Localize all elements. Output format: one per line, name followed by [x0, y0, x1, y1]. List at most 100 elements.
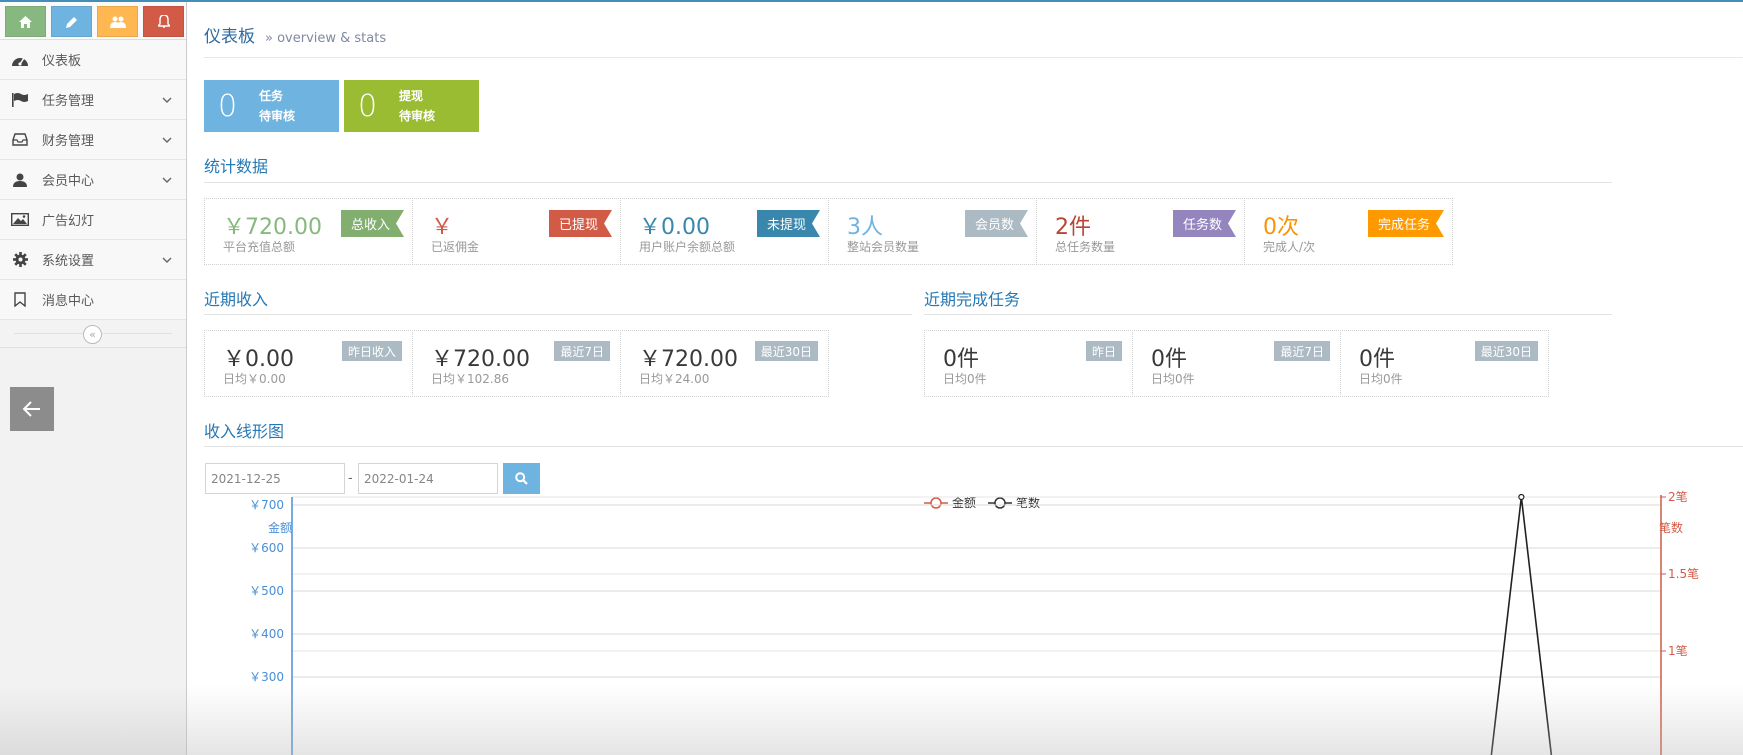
pending-task-status: 待审核 [259, 109, 296, 123]
recent-tasks-row: 0件 日均0件 昨日 0件 日均0件 最近7日 0件 日均0件 最近30日 [924, 330, 1549, 397]
pencil-icon [65, 16, 77, 28]
stat-value: 0次 [1263, 215, 1299, 240]
task-box: 0件 日均0件 最近30日 [1340, 330, 1549, 397]
stat-value: 3人 [847, 215, 883, 240]
stats-row: ￥720.00 平台充值总额 总收入 ￥ 已返佣金 已提现 ￥0.00 用户账户余额总额 未提现… [204, 198, 1453, 265]
users-shortcut-button[interactable] [97, 6, 138, 37]
double-chevron-left-icon: « [89, 328, 96, 341]
page-subtitle: » overview & stats [265, 31, 387, 46]
stat-box: ￥0.00 用户账户余额总额 未提现 [620, 198, 829, 265]
stat-tag: 总收入 [341, 210, 404, 237]
sidebar-item-label: 系统设置 [42, 254, 95, 269]
sidebar-item-message-center[interactable]: 消息中心 [0, 280, 186, 320]
stat-tag: 完成任务 [1368, 210, 1444, 237]
stat-tag: 未提现 [757, 210, 820, 237]
sidebar-item-member-center[interactable]: 会员中心 [0, 160, 186, 200]
stat-label: 已返佣金 [431, 240, 480, 254]
chevron-down-icon [162, 173, 172, 188]
stat-box: 2件 总任务数量 任务数 [1036, 198, 1245, 265]
sidebar-collapse-toggle[interactable]: « [83, 325, 102, 344]
users-icon [109, 16, 126, 28]
stat-box: ￥ 已返佣金 已提现 [412, 198, 621, 265]
left-axis-tick: ￥700 [249, 498, 284, 512]
recent-income-title: 近期收入 [204, 290, 269, 309]
pending-withdraw-status: 待审核 [399, 109, 436, 123]
home-shortcut-button[interactable] [5, 6, 46, 37]
sidebar-item-system-settings[interactable]: 系统设置 [0, 240, 186, 280]
bell-icon [157, 15, 170, 28]
income-box: ￥720.00 日均￥102.86 最近7日 [412, 330, 621, 397]
sidebar-item-label: 会员中心 [42, 174, 95, 189]
sidebar-item-dashboard[interactable]: 仪表板 [0, 40, 186, 80]
stat-box: ￥720.00 平台充值总额 总收入 [204, 198, 413, 265]
sidebar-item-label: 财务管理 [42, 134, 95, 149]
dashboard-icon [10, 52, 30, 68]
sidebar-item-task-management[interactable]: 任务管理 [0, 80, 186, 120]
right-axis-tick: 1笔 [1668, 643, 1688, 658]
gear-icon [10, 252, 30, 268]
left-axis-tick: ￥300 [249, 670, 284, 684]
edit-shortcut-button[interactable] [51, 6, 92, 37]
stat-value: ￥ [431, 215, 454, 240]
income-box: ￥720.00 日均￥24.00 最近30日 [620, 330, 829, 397]
line-chart-divider [204, 446, 1743, 447]
right-axis-title: 笔数 [1659, 520, 1683, 535]
stat-label: 总任务数量 [1055, 240, 1116, 254]
sidebar-item-label: 任务管理 [42, 94, 95, 109]
period-daily-average: 日均0件 [943, 372, 987, 386]
chevron-down-icon [162, 93, 172, 108]
search-icon [515, 472, 528, 485]
chart-svg: 金额 笔数金额 笔数￥700￥600￥500￥400￥3002笔1.5笔1笔 [249, 489, 1699, 755]
income-box: ￥0.00 日均￥0.00 昨日收入 [204, 330, 413, 397]
period-daily-average: 日均0件 [1359, 372, 1403, 386]
sidebar-collapse-bar: « [0, 320, 186, 348]
task-box: 0件 日均0件 最近7日 [1132, 330, 1341, 397]
task-box: 0件 日均0件 昨日 [924, 330, 1133, 397]
period-badge: 最近30日 [754, 341, 818, 361]
line-chart-title: 收入线形图 [204, 422, 285, 441]
back-button[interactable] [10, 387, 54, 431]
period-value: 0件 [943, 347, 979, 372]
left-axis-title: 金额 [268, 520, 292, 535]
sidebar-item-label: 广告幻灯 [42, 214, 95, 229]
user-icon [10, 172, 30, 188]
left-axis-tick: ￥600 [249, 541, 284, 555]
period-value: ￥0.00 [223, 347, 294, 372]
stat-label: 完成人/次 [1263, 240, 1316, 254]
stat-value: 2件 [1055, 215, 1091, 240]
period-value: ￥720.00 [639, 347, 738, 372]
recent-income-row: ￥0.00 日均￥0.00 昨日收入 ￥720.00 日均￥102.86 最近7日 ￥720… [204, 330, 829, 397]
pending-withdraw-box[interactable]: 0 提现 待审核 [344, 80, 479, 132]
recent-tasks-divider [924, 314, 1612, 315]
flag-icon [10, 92, 30, 108]
income-line-chart: 金额 笔数 金额 笔数 ￥700 ￥600 ￥500 ￥400 ￥300 2笔 1.5笔 1笔 [188, 485, 1743, 755]
recent-income-divider [204, 314, 912, 315]
left-axis-tick: ￥400 [249, 627, 284, 641]
stat-value: ￥720.00 [223, 215, 322, 240]
sidebar-item-finance-management[interactable]: 财务管理 [0, 120, 186, 160]
period-badge: 最近7日 [554, 341, 610, 361]
pending-withdraw-count: 0 [358, 88, 378, 124]
chevron-down-icon [162, 253, 172, 268]
stat-value: ￥0.00 [639, 215, 710, 240]
date-separator: - [348, 471, 353, 486]
sidebar-item-ad-slides[interactable]: 广告幻灯 [0, 200, 186, 240]
pending-task-box[interactable]: 0 任务 待审核 [204, 80, 339, 132]
notification-shortcut-button[interactable] [143, 6, 184, 37]
sidebar: 仪表板 任务管理 财务管理 会员中心 广告幻灯 系统设置 消息中心 « [0, 2, 187, 755]
home-icon [19, 15, 32, 28]
period-badge: 最近7日 [1274, 341, 1330, 361]
right-axis-tick: 1.5笔 [1668, 566, 1699, 581]
picture-icon [10, 212, 30, 228]
right-axis-tick: 2笔 [1668, 489, 1688, 504]
stat-tag: 已提现 [549, 210, 612, 237]
period-value: 0件 [1359, 347, 1395, 372]
stats-divider [204, 182, 1612, 183]
period-daily-average: 日均￥24.00 [639, 372, 710, 386]
period-value: ￥720.00 [431, 347, 530, 372]
page-title-text: 仪表板 [204, 27, 255, 47]
stat-label: 整站会员数量 [847, 240, 920, 254]
period-daily-average: 日均￥0.00 [223, 372, 286, 386]
stat-label: 用户账户余额总额 [639, 240, 736, 254]
stats-section-title: 统计数据 [204, 157, 269, 176]
